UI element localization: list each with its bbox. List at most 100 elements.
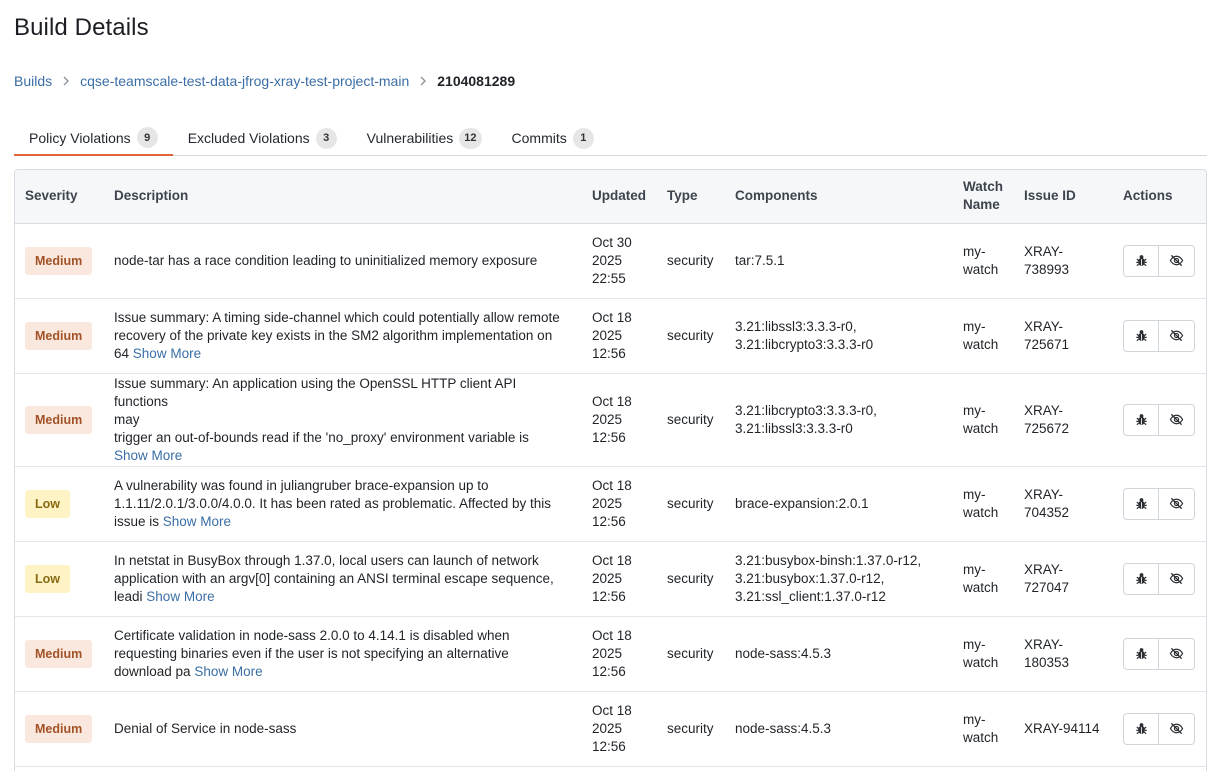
tab-count-badge: 12 xyxy=(459,127,482,149)
updated-text: Oct 30 xyxy=(592,234,632,250)
updated-cell: Oct 18 2025 12:56 xyxy=(582,691,657,767)
breadcrumb-builds-link[interactable]: Builds xyxy=(14,73,52,89)
watch-name-cell: my-watch xyxy=(953,373,1014,467)
ignore-violation-button[interactable] xyxy=(1159,562,1195,595)
ignore-violation-button[interactable] xyxy=(1159,244,1195,277)
tab-count-badge: 9 xyxy=(136,127,158,148)
updated-text: 2025 xyxy=(592,495,623,511)
column-header-updated[interactable]: Updated xyxy=(582,170,657,224)
column-header-severity[interactable]: Severity xyxy=(15,170,104,224)
eye-off-icon xyxy=(1169,253,1184,268)
tab-bar: Policy Violations 9 Excluded Violations … xyxy=(14,121,1207,156)
create-issue-button[interactable] xyxy=(1123,487,1159,520)
description-cell: Certificate validation in node-sass 2.0.… xyxy=(104,616,582,692)
show-more-link[interactable]: Show More xyxy=(146,589,214,604)
updated-text: Oct 18 xyxy=(592,552,632,568)
create-issue-button[interactable] xyxy=(1123,403,1159,436)
tab-count-badge: 3 xyxy=(315,127,337,149)
updated-text: 2025 xyxy=(592,570,623,586)
component-name: 3.21:ssl_client:1.37.0-r12 xyxy=(735,588,886,604)
create-issue-button[interactable] xyxy=(1123,319,1159,352)
actions-cell xyxy=(1113,691,1206,767)
column-header-description[interactable]: Description xyxy=(104,170,582,224)
create-issue-button[interactable] xyxy=(1123,712,1159,745)
bug-icon xyxy=(1134,721,1149,736)
column-header-components[interactable]: Components xyxy=(725,170,953,224)
actions-cell xyxy=(1113,466,1206,542)
components-cell: 3.21:libssl3:3.3.3-r0, 3.21:libcrypto3:3.… xyxy=(725,298,953,374)
components-cell: 3.21:busybox-binsh:1.37.0-r12, 3.21:busyb… xyxy=(725,541,953,617)
create-issue-button[interactable] xyxy=(1123,244,1159,277)
components-cell: node-sass:4.5.3 xyxy=(725,691,953,767)
bug-icon xyxy=(1134,328,1149,343)
show-more-link[interactable]: Show More xyxy=(194,664,262,679)
create-issue-button[interactable] xyxy=(1123,562,1159,595)
ignore-violation-button[interactable] xyxy=(1159,319,1195,352)
components-cell: brace-expansion:2.0.1 xyxy=(725,466,953,542)
show-more-link[interactable]: Show More xyxy=(163,514,231,529)
updated-cell: Oct 30 2025 22:55 xyxy=(582,223,657,299)
show-more-link[interactable]: Show More xyxy=(114,448,182,463)
ignore-violation-button[interactable] xyxy=(1159,487,1195,520)
table-row[interactable]: Medium Issue summary: An application usin… xyxy=(15,373,1206,467)
type-cell: security xyxy=(657,691,725,767)
components-cell: node-sass:4.5.3 xyxy=(725,616,953,692)
description-text: node-tar has a race condition leading to… xyxy=(114,252,538,268)
table-row[interactable]: Medium node-tar has a race condition lead… xyxy=(15,223,1206,299)
type-cell: security xyxy=(657,616,725,692)
tab-vulnerabilities[interactable]: Vulnerabilities 12 xyxy=(352,121,497,155)
breadcrumb-project-link[interactable]: cqse-teamscale-test-data-jfrog-xray-test… xyxy=(80,73,409,89)
severity-cell: Medium xyxy=(15,616,104,692)
column-header-type[interactable]: Type xyxy=(657,170,725,224)
table-body: Medium node-tar has a race condition lead… xyxy=(15,223,1206,767)
actions-cell xyxy=(1113,616,1206,692)
severity-cell: Low xyxy=(15,466,104,542)
ignore-violation-button[interactable] xyxy=(1159,637,1195,670)
updated-cell: Oct 18 2025 12:56 xyxy=(582,541,657,617)
chevron-right-icon xyxy=(419,76,427,86)
issue-id-cell: XRAY-725672 xyxy=(1014,373,1113,467)
updated-text: 2025 xyxy=(592,720,623,736)
table-row[interactable]: Medium Denial of Service in node-sass Oct … xyxy=(15,691,1206,767)
description-text: Issue summary: An application using the … xyxy=(114,375,517,409)
severity-badge: Medium xyxy=(25,321,93,350)
updated-text: 12:56 xyxy=(592,345,626,361)
ignore-violation-button[interactable] xyxy=(1159,712,1195,745)
component-name: node-sass:4.5.3 xyxy=(735,645,832,661)
table-row[interactable]: Medium Certificate validation in node-sas… xyxy=(15,616,1206,692)
column-header-issue-id[interactable]: Issue ID xyxy=(1014,170,1113,224)
description-text: Certificate validation in node-sass 2.0.… xyxy=(114,627,510,643)
table-row[interactable]: Low A vulnerability was found in juliangr… xyxy=(15,466,1206,542)
show-more-link[interactable]: Show More xyxy=(133,346,201,361)
updated-text: 2025 xyxy=(592,645,623,661)
component-name: tar:7.5.1 xyxy=(735,252,785,268)
issue-id-cell: XRAY-738993 xyxy=(1014,223,1113,299)
description-text: recovery of the private key exists in th… xyxy=(114,327,553,343)
component-name: 3.21:busybox-binsh:1.37.0-r12, xyxy=(735,552,922,568)
row-actions xyxy=(1123,637,1198,670)
component-name: node-sass:4.5.3 xyxy=(735,720,832,736)
table-row[interactable]: Medium Issue summary: A timing side-chann… xyxy=(15,298,1206,374)
watch-name-cell: my-watch xyxy=(953,466,1014,542)
type-cell: security xyxy=(657,298,725,374)
column-header-watch-name[interactable]: Watch Name xyxy=(953,170,1014,224)
eye-off-icon xyxy=(1169,646,1184,661)
watch-name-text: my- xyxy=(963,243,986,259)
table-row[interactable]: Low In netstat in BusyBox through 1.37.0,… xyxy=(15,541,1206,617)
severity-badge: Medium xyxy=(25,405,93,434)
description-text: 1.1.11/2.0.1/3.0.0/4.0.0. It has been ra… xyxy=(114,495,552,511)
description-text: In netstat in BusyBox through 1.37.0, lo… xyxy=(114,552,539,568)
row-actions xyxy=(1123,244,1198,277)
eye-off-icon xyxy=(1169,328,1184,343)
create-issue-button[interactable] xyxy=(1123,637,1159,670)
severity-cell: Medium xyxy=(15,691,104,767)
description-text: issue is xyxy=(114,513,160,529)
tab-commits[interactable]: Commits 1 xyxy=(497,121,609,155)
updated-cell: Oct 18 2025 12:56 xyxy=(582,616,657,692)
ignore-violation-button[interactable] xyxy=(1159,403,1195,436)
tab-excluded-violations[interactable]: Excluded Violations 3 xyxy=(173,121,352,155)
description-text: download pa xyxy=(114,663,191,679)
tab-policy-violations[interactable]: Policy Violations 9 xyxy=(14,121,173,156)
chevron-right-icon xyxy=(62,76,70,86)
type-cell: security xyxy=(657,223,725,299)
